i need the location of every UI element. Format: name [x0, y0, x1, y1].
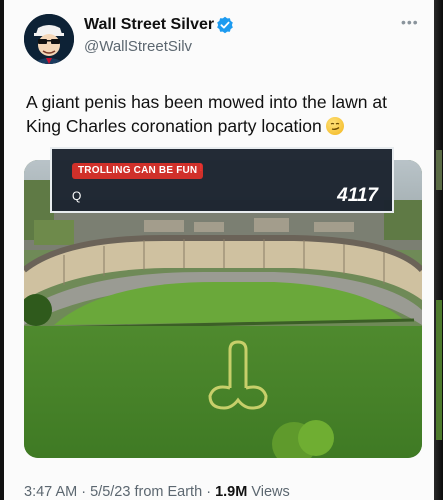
edge-sliver: [436, 150, 442, 190]
verified-badge-icon: [217, 16, 233, 34]
smirk-emoji-icon: [325, 117, 344, 135]
handle[interactable]: @WallStreetSilv: [84, 38, 192, 55]
meta-separator: ·: [206, 484, 212, 500]
badge-exclamation: !: [199, 162, 203, 174]
avatar[interactable]: [24, 14, 74, 64]
overlay-count: 4117: [337, 185, 378, 206]
tweet-card: Wall Street Silver @WallStreetSilv ••• A…: [4, 0, 434, 500]
views-label: Views: [251, 484, 290, 500]
display-name[interactable]: Wall Street Silver: [84, 16, 214, 34]
adjacent-content-edge: [434, 0, 443, 500]
tweet-time[interactable]: 3:47 AM: [24, 484, 77, 500]
tweet-source: from Earth: [134, 484, 203, 500]
avatar-illustration: [24, 14, 74, 64]
trolling-badge: TROLLING CAN BE FUN: [72, 163, 204, 179]
edge-sliver: [436, 300, 442, 440]
tweet-text: A giant penis has been mowed into the la…: [26, 90, 421, 138]
meta-separator: ·: [81, 484, 87, 500]
tweet-meta: 3:47 AM · 5/5/23 from Earth · 1.9M Views: [24, 484, 290, 500]
overlay-query: Q: [72, 189, 82, 203]
overlay-banner: TROLLING CAN BE FUN ! Q 4117: [50, 147, 394, 213]
more-icon[interactable]: •••: [401, 14, 419, 30]
views-count[interactable]: 1.9M: [215, 484, 247, 500]
tweet-date[interactable]: 5/5/23: [90, 484, 130, 500]
